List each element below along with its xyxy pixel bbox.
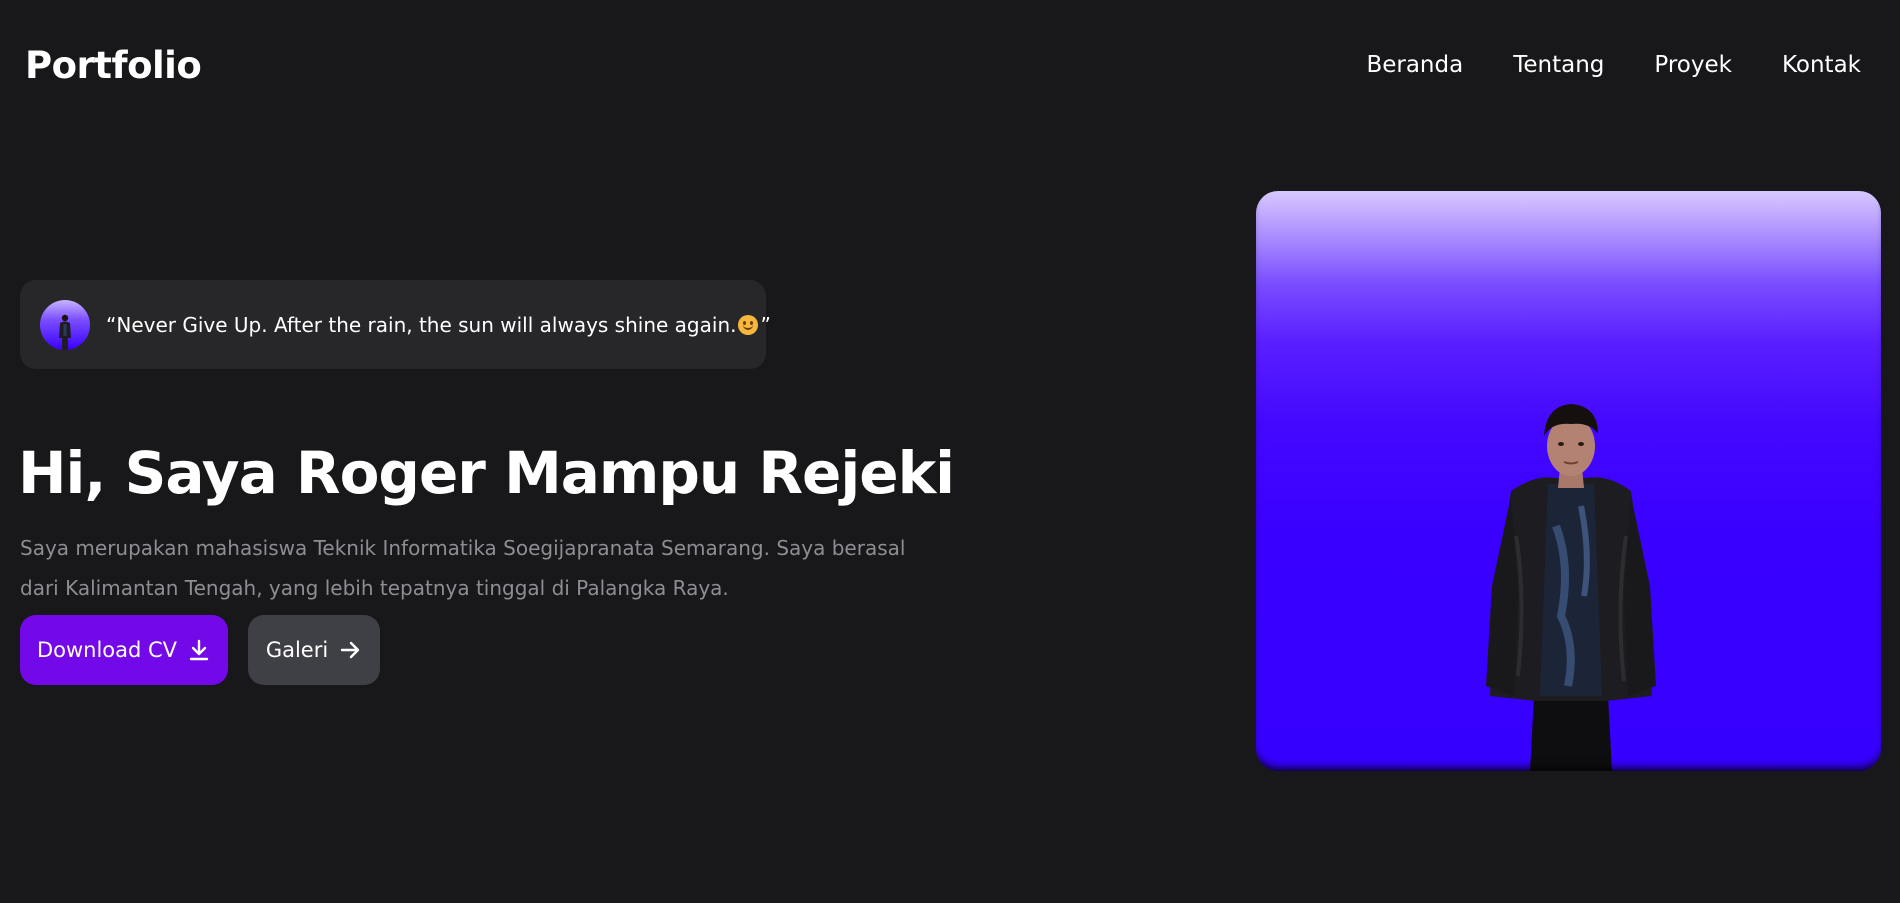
gallery-button[interactable]: Galeri: [248, 615, 380, 685]
avatar: [40, 299, 90, 350]
nav-link-kontak[interactable]: Kontak: [1782, 52, 1861, 78]
smiling-face-icon: [738, 314, 759, 335]
nav-link-beranda[interactable]: Beranda: [1366, 52, 1463, 78]
hero-image-card: [1256, 191, 1881, 771]
nav-link-tentang[interactable]: Tentang: [1513, 52, 1604, 78]
download-icon: [187, 638, 211, 662]
intro-description: Saya merupakan mahasiswa Teknik Informat…: [20, 536, 906, 600]
site-logo[interactable]: Portfolio: [25, 44, 202, 87]
download-cv-button[interactable]: Download CV: [20, 615, 228, 685]
quote-close-mark: ”: [760, 312, 771, 337]
page-title: Hi, Saya Roger Mampu Rejeki: [18, 438, 955, 507]
quote-text: “Never Give Up. After the rain, the sun …: [106, 313, 771, 337]
arrow-right-icon: [338, 638, 362, 662]
nav-link-proyek[interactable]: Proyek: [1654, 52, 1732, 78]
quote-pill: “Never Give Up. After the rain, the sun …: [20, 280, 771, 369]
profile-photo: [1486, 404, 1656, 771]
portfolio-page: Portfolio Beranda Tentang Proyek Kontak …: [0, 0, 1900, 903]
quote-body: Never Give Up. After the rain, the sun w…: [116, 312, 737, 337]
download-cv-label: Download CV: [36, 638, 178, 662]
main-nav: Beranda Tentang Proyek Kontak: [1366, 52, 1861, 78]
gallery-label: Galeri: [265, 638, 329, 662]
quote-open-mark: “: [106, 312, 117, 337]
site-header: Portfolio Beranda Tentang Proyek Kontak: [0, 0, 1900, 138]
person-avatar-figure: [59, 314, 71, 350]
